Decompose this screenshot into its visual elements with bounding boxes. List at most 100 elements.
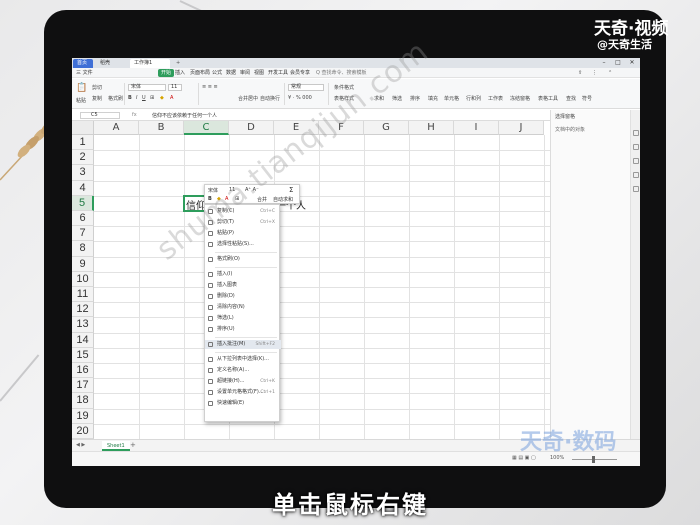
row-header-15[interactable]: 15: [72, 347, 94, 363]
context-menu-item[interactable]: 从下拉列表中选择(K)...: [205, 355, 281, 364]
side-tool-icon[interactable]: [633, 158, 639, 164]
side-tool-icon[interactable]: [633, 172, 639, 178]
tab-docer[interactable]: 稻壳: [96, 59, 126, 68]
column-header-d[interactable]: D: [229, 121, 274, 135]
row-header-1[interactable]: 1: [72, 135, 94, 151]
context-menu-item[interactable]: 插入(I): [205, 270, 281, 279]
border-icon[interactable]: ⊞: [150, 95, 154, 101]
row-header-18[interactable]: 18: [72, 393, 94, 409]
find-button[interactable]: 查找: [566, 95, 576, 102]
context-menu-item[interactable]: 定义名称(A)...: [205, 366, 281, 375]
context-menu-item[interactable]: 排序(U): [205, 325, 281, 334]
side-tool-icon[interactable]: [633, 186, 639, 192]
row-header-10[interactable]: 10: [72, 271, 94, 287]
menu-page-layout[interactable]: 页面布局: [190, 69, 210, 77]
row-header-6[interactable]: 6: [72, 211, 94, 227]
name-box[interactable]: C5: [80, 112, 120, 119]
row-header-14[interactable]: 14: [72, 332, 94, 348]
menu-file[interactable]: 三 文件: [76, 69, 93, 77]
percent-icon[interactable]: ¥ · % 000: [288, 95, 312, 101]
fx-icon[interactable]: fx: [132, 112, 137, 118]
row-header-2[interactable]: 2: [72, 150, 94, 166]
column-header-h[interactable]: H: [409, 121, 454, 135]
row-header-19[interactable]: 19: [72, 408, 94, 424]
spreadsheet-grid[interactable]: A B C D E F G H I J 1 2 3 4 5 6 7 8 9 10 11 12 13 14 15 16 17 18 19 2…: [72, 121, 550, 440]
menu-member[interactable]: 会员专享: [290, 69, 310, 77]
underline-button[interactable]: U: [142, 95, 146, 101]
row-header-4[interactable]: 4: [72, 180, 94, 196]
column-header-i[interactable]: I: [454, 121, 499, 135]
row-header-16[interactable]: 16: [72, 363, 94, 379]
context-menu-item[interactable]: 插入图表: [205, 281, 281, 290]
column-header-c[interactable]: C: [184, 121, 229, 135]
row-header-7[interactable]: 7: [72, 226, 94, 242]
context-menu-item[interactable]: 格式刷(O): [205, 255, 281, 264]
zoom-slider-knob[interactable]: [592, 456, 595, 463]
formula-input[interactable]: 信仰不应该依赖于任何一个人: [152, 112, 217, 119]
maximize-icon[interactable]: □: [612, 58, 624, 68]
tab-home[interactable]: 首页: [73, 59, 93, 68]
merge-center-button[interactable]: 合并居中: [238, 95, 258, 102]
worksheet-button[interactable]: 工作表: [488, 95, 503, 102]
context-menu-item[interactable]: 设置单元格格式(F)... Ctrl+1: [205, 388, 281, 397]
context-menu-item[interactable]: 快速编辑(E): [205, 399, 281, 408]
context-menu-item[interactable]: 超链接(H)... Ctrl+K: [205, 377, 281, 386]
fill-button[interactable]: 填充: [428, 95, 438, 102]
menu-insert[interactable]: 插入: [175, 69, 185, 77]
font-size-select[interactable]: 11: [168, 84, 182, 91]
row-header-12[interactable]: 12: [72, 302, 94, 318]
row-header-8[interactable]: 8: [72, 241, 94, 257]
context-menu-item[interactable]: 插入批注(M) Shift+F2: [205, 340, 281, 349]
share-icon[interactable]: ⇪: [578, 69, 582, 77]
collapse-icon[interactable]: ⌃: [608, 69, 612, 77]
bold-button[interactable]: B: [128, 95, 132, 101]
row-header-13[interactable]: 13: [72, 317, 94, 333]
row-header-17[interactable]: 17: [72, 378, 94, 394]
paste-button[interactable]: 粘贴: [76, 97, 86, 104]
filter-button[interactable]: 筛选: [392, 95, 402, 102]
new-tab-button[interactable]: +: [172, 59, 182, 68]
row-header-11[interactable]: 11: [72, 287, 94, 303]
sort-button[interactable]: 排序: [410, 95, 420, 102]
font-color-icon[interactable]: A: [170, 95, 173, 101]
column-header-j[interactable]: J: [499, 121, 544, 135]
select-all-corner[interactable]: [72, 121, 94, 135]
align-icon[interactable]: ≡ ≡ ≡: [202, 84, 218, 90]
mini-sum-icon[interactable]: Σ: [289, 186, 293, 194]
table-tools-button[interactable]: 表格工具: [538, 95, 558, 102]
add-sheet-button[interactable]: +: [130, 441, 136, 449]
side-tool-icon[interactable]: [633, 130, 639, 136]
context-menu-item[interactable]: 选择性粘贴(S)...: [205, 240, 281, 249]
format-painter-button[interactable]: 格式刷: [108, 95, 123, 102]
column-header-a[interactable]: A: [94, 121, 139, 135]
wrap-text-button[interactable]: 自动换行: [260, 95, 280, 102]
close-icon[interactable]: ✕: [626, 58, 638, 68]
row-header-9[interactable]: 9: [72, 256, 94, 272]
context-menu-item[interactable]: 筛选(L): [205, 314, 281, 323]
menu-view[interactable]: 视图: [254, 69, 264, 77]
fill-color-icon[interactable]: ◆: [160, 95, 164, 101]
side-tool-icon[interactable]: [633, 144, 639, 150]
tab-workbook[interactable]: 工作簿1: [130, 59, 170, 68]
menu-data[interactable]: 数据: [226, 69, 236, 77]
menu-formula[interactable]: 公式: [212, 69, 222, 77]
freeze-button[interactable]: 冻结窗格: [510, 95, 530, 102]
row-header-20[interactable]: 20: [72, 423, 94, 439]
italic-button[interactable]: I: [136, 95, 137, 101]
context-menu-item[interactable]: 清除内容(N): [205, 303, 281, 312]
row-header-3[interactable]: 3: [72, 165, 94, 181]
menu-home[interactable]: 开始: [158, 69, 175, 77]
paste-icon[interactable]: 📋: [76, 83, 87, 93]
minimize-icon[interactable]: –: [598, 58, 610, 68]
row-col-button[interactable]: 行和列: [466, 95, 481, 102]
context-menu-item[interactable]: 删除(D): [205, 292, 281, 301]
mini-autosum-button[interactable]: 自动求和: [273, 196, 293, 203]
copy-button[interactable]: 复制: [92, 95, 102, 102]
row-header-5[interactable]: 5: [72, 195, 94, 211]
column-header-g[interactable]: G: [364, 121, 409, 135]
menu-review[interactable]: 审阅: [240, 69, 250, 77]
symbol-button[interactable]: 符号: [582, 95, 592, 102]
cut-button[interactable]: 剪切: [92, 84, 102, 91]
more-icon[interactable]: ⋮: [592, 69, 597, 77]
cell-button[interactable]: 单元格: [444, 95, 459, 102]
